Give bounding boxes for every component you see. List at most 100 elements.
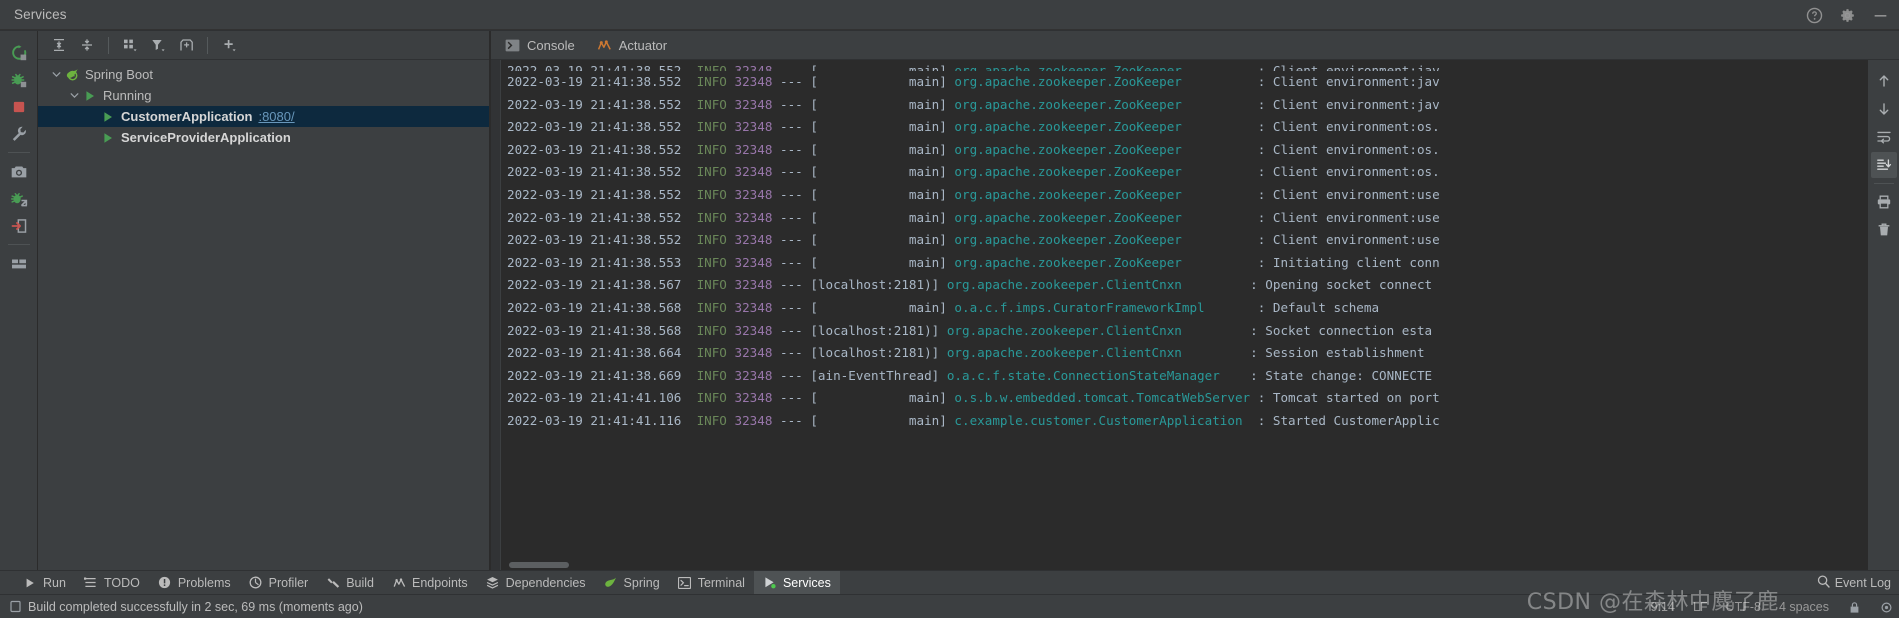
tree-node-label-provider: ServiceProviderApplication	[121, 130, 291, 145]
log-separator: --- [	[772, 412, 818, 428]
scroll-down-icon[interactable]	[1871, 96, 1897, 122]
run-green-icon-provider	[100, 130, 116, 146]
log-level: INFO	[696, 367, 727, 383]
log-timestamp: 2022-03-19 21:41:38.552	[507, 119, 697, 135]
log-logger: org.apache.zookeeper.ZooKeeper	[954, 96, 1258, 112]
log-separator: --- [	[772, 232, 818, 248]
filter-icon[interactable]	[145, 33, 171, 57]
log-thread: ain-EventThread]	[817, 367, 940, 383]
console-output[interactable]: 2022-03-19 21:41:38.552 INFO 32348 --- […	[501, 60, 1867, 570]
bottom-tab-profiler[interactable]: Profiler	[240, 571, 318, 595]
log-space-2	[939, 368, 947, 383]
tree-node-serviceproviderapplication[interactable]: ServiceProviderApplication	[38, 127, 489, 148]
attach-debugger-icon[interactable]	[4, 185, 34, 212]
log-space	[727, 164, 735, 179]
minimize-icon[interactable]	[1872, 7, 1889, 24]
console-log-line: 2022-03-19 21:41:38.552 INFO 32348 --- […	[501, 139, 1867, 162]
add-tab-icon[interactable]	[173, 33, 199, 57]
log-pid: 32348	[734, 367, 773, 383]
log-thread: localhost:2181)]	[817, 277, 940, 293]
chevron-down-icon[interactable]	[48, 67, 64, 83]
bottom-tab-todo[interactable]: TODO	[75, 571, 149, 595]
camera-snapshot-icon[interactable]	[4, 158, 34, 185]
log-thread: main]	[817, 74, 947, 89]
bottom-tab-run[interactable]: Run	[14, 571, 75, 595]
log-timestamp: 2022-03-19 21:41:38.552	[507, 74, 697, 89]
log-level: INFO	[696, 322, 727, 338]
bottom-tab-terminal[interactable]: Terminal	[669, 571, 754, 595]
expand-all-icon[interactable]	[46, 33, 72, 57]
log-space	[727, 277, 735, 292]
console-hscrollbar[interactable]	[501, 560, 1867, 570]
bottom-tab-endpoints[interactable]: Endpoints	[383, 571, 477, 595]
soft-wrap-icon[interactable]	[1871, 124, 1897, 150]
log-separator: --- [	[772, 96, 818, 112]
status-line-separator[interactable]: LF	[1693, 600, 1708, 614]
group-by-icon[interactable]	[117, 33, 143, 57]
spring-leaf-icon	[604, 576, 618, 590]
stop-icon[interactable]	[4, 93, 34, 120]
log-timestamp: 2022-03-19 21:41:41.116	[507, 412, 697, 428]
console-log-line: 2022-03-19 21:41:38.664 INFO 32348 --- […	[501, 342, 1867, 365]
chevron-down-icon-running[interactable]	[66, 88, 82, 104]
console-hscroll-thumb[interactable]	[509, 562, 569, 568]
exit-icon[interactable]	[4, 212, 34, 239]
log-timestamp: 2022-03-19 21:41:38.568	[507, 299, 697, 315]
log-pid: 32348	[734, 74, 773, 89]
log-separator: --- [	[772, 322, 818, 338]
console-pane: Console Actuator 2022-03-19 21:41:38.552…	[490, 31, 1899, 570]
customer-app-port-link[interactable]: :8080/	[258, 109, 294, 124]
toolbar-separator	[108, 36, 109, 54]
log-space	[727, 97, 735, 112]
bottom-tab-todo-label: TODO	[103, 575, 140, 590]
log-pid: 32348	[734, 164, 773, 180]
bottom-tab-services[interactable]: Services	[753, 570, 840, 595]
settings-wrench-icon[interactable]	[4, 120, 34, 147]
clear-all-trash-icon[interactable]	[1871, 217, 1897, 243]
add-service-icon[interactable]	[216, 33, 242, 57]
status-encoding[interactable]: UTF-8	[1726, 600, 1761, 614]
scroll-up-icon[interactable]	[1871, 68, 1897, 94]
build-status-icon	[8, 600, 22, 614]
layout-grid-icon[interactable]	[4, 250, 34, 277]
actuator-icon	[597, 38, 612, 53]
log-space	[727, 368, 735, 383]
help-icon[interactable]	[1806, 7, 1823, 24]
log-level: INFO	[696, 299, 727, 315]
inspections-icon[interactable]	[1879, 600, 1893, 614]
status-indent[interactable]: 4 spaces	[1779, 600, 1829, 614]
scroll-to-end-icon[interactable]	[1870, 152, 1897, 178]
log-timestamp: 2022-03-19 21:41:38.552	[507, 96, 697, 112]
services-tree[interactable]: Spring Boot Running CustomerApplication …	[38, 60, 489, 570]
debug-icon[interactable]	[4, 66, 34, 93]
tab-actuator[interactable]: Actuator	[597, 38, 667, 53]
tree-node-customerapplication[interactable]: CustomerApplication :8080/	[38, 106, 489, 127]
bottom-tab-dependencies[interactable]: Dependencies	[477, 571, 595, 595]
log-separator: --- [	[772, 164, 818, 180]
todo-icon	[84, 576, 98, 590]
log-space	[727, 390, 735, 405]
log-message: : Client environment:use	[1257, 232, 1440, 248]
status-time: 9:14	[1650, 600, 1675, 614]
console-gutter	[491, 60, 501, 570]
bottom-tab-problems[interactable]: Problems	[149, 571, 240, 595]
rerun-icon[interactable]	[4, 39, 34, 66]
log-separator: --- [	[772, 390, 818, 406]
log-logger: org.apache.zookeeper.ZooKeeper	[954, 209, 1258, 225]
bottom-tab-build[interactable]: Build	[317, 571, 383, 595]
event-log-button[interactable]: Event Log	[1817, 575, 1891, 591]
print-icon[interactable]	[1871, 189, 1897, 215]
tree-node-running[interactable]: Running	[38, 85, 489, 106]
log-timestamp: 2022-03-19 21:41:38.669	[507, 367, 697, 383]
run-green-icon-customer	[100, 109, 116, 125]
tree-node-spring-boot[interactable]: Spring Boot	[38, 64, 489, 85]
event-log-label: Event Log	[1834, 576, 1891, 590]
log-message: : State change: CONNECTE	[1250, 367, 1433, 383]
bottom-tab-spring[interactable]: Spring	[595, 571, 669, 595]
status-bar-right: 9:14 LF UTF-8 4 spaces	[1651, 595, 1893, 618]
settings-gear-icon[interactable]	[1839, 7, 1856, 24]
lock-icon[interactable]	[1847, 600, 1861, 614]
log-separator: --- [	[772, 345, 818, 361]
tab-console[interactable]: Console	[505, 38, 575, 53]
collapse-all-icon[interactable]	[74, 33, 100, 57]
